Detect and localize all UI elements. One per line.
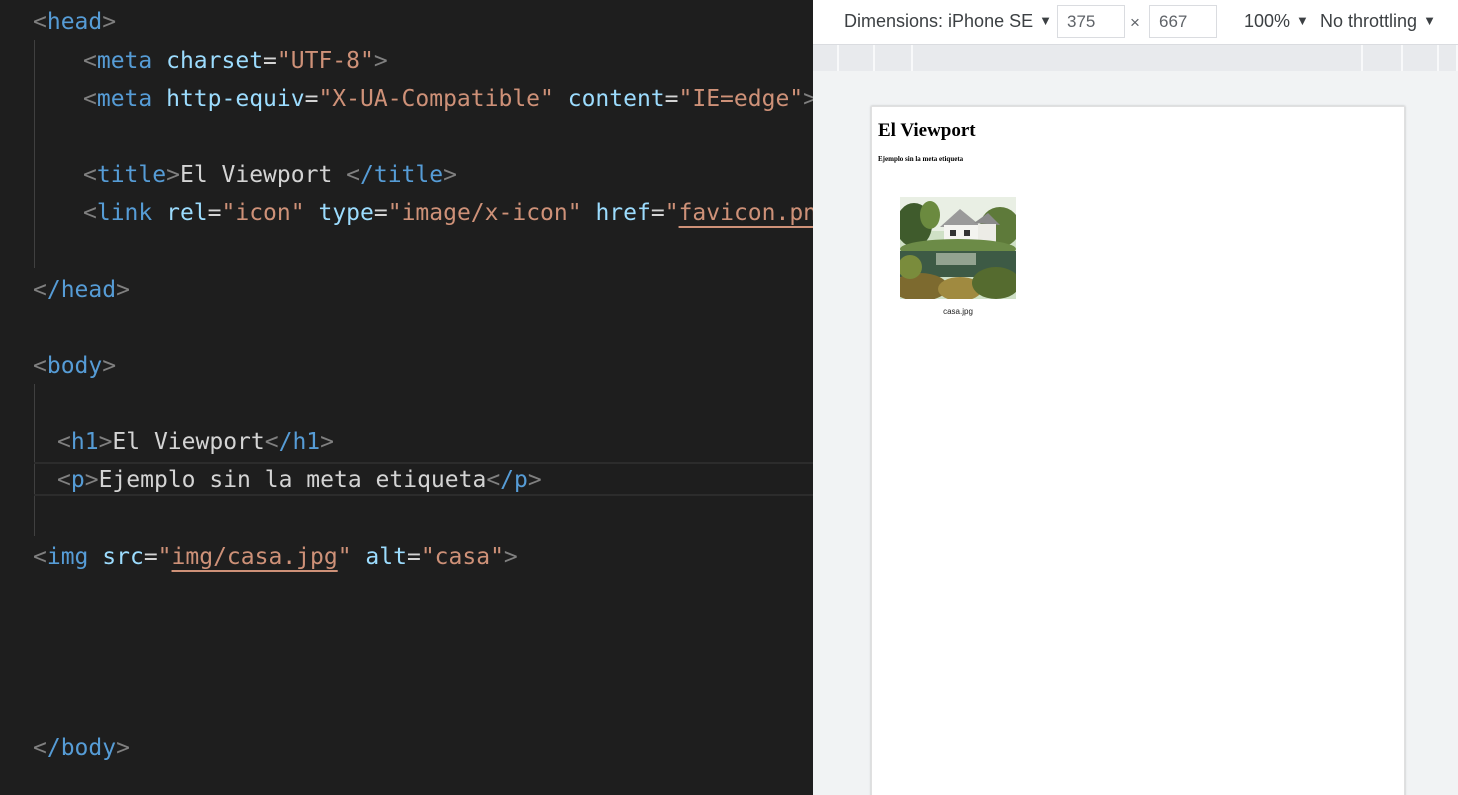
- attr-value: "UTF-8": [276, 48, 374, 74]
- code-line-body-close[interactable]: </body>: [33, 733, 130, 763]
- tag-name: meta: [96, 86, 153, 112]
- code-line-meta-charset[interactable]: <meta charset="UTF-8">: [83, 46, 388, 76]
- tag-name: /body: [46, 735, 117, 761]
- tag-name: head: [46, 9, 103, 35]
- code-line-title[interactable]: <title>El Viewport </title>: [83, 160, 457, 190]
- media-query-bar: [813, 45, 1458, 71]
- attr-name: content: [567, 86, 665, 112]
- image-caption: casa.jpg: [943, 307, 973, 316]
- preview-paragraph: Ejemplo sin la meta etiqueta: [878, 155, 964, 163]
- tag-name: img: [46, 544, 89, 570]
- code-line-h1[interactable]: <h1>El Viewport</h1>: [57, 427, 334, 457]
- tag-name: /head: [46, 277, 117, 303]
- code-editor[interactable]: <head> <meta charset="UTF-8"> <meta http…: [0, 0, 813, 795]
- chevron-down-icon: ▼: [1423, 13, 1436, 28]
- h1-text: El Viewport: [112, 429, 265, 455]
- indent-guide: [34, 40, 35, 268]
- tag-name: meta: [96, 48, 153, 74]
- attr-value: "IE=edge": [678, 86, 804, 112]
- attr-value: "image/x-icon": [387, 200, 582, 226]
- title-text: El Viewport: [179, 162, 347, 188]
- attr-name: type: [318, 200, 374, 226]
- preview-heading: El Viewport: [878, 120, 976, 141]
- dimension-separator: ×: [1130, 13, 1140, 32]
- media-query-segment[interactable]: [913, 45, 1363, 71]
- throttling-select[interactable]: No throttling ▼: [1320, 11, 1436, 32]
- image-src-link[interactable]: img/casa.jpg: [172, 544, 338, 570]
- tag-name: /h1: [278, 429, 321, 455]
- code-line-p[interactable]: <p>Ejemplo sin la meta etiqueta</p>: [57, 465, 542, 495]
- attr-name: src: [102, 544, 144, 570]
- attr-value-quote: ": [157, 544, 172, 570]
- device-toolbar: Dimensions: iPhone SE ▼ 375 × 667 100% ▼ N…: [813, 0, 1458, 45]
- tag-name: title: [96, 162, 167, 188]
- chevron-down-icon: ▼: [1296, 13, 1309, 28]
- p-text: Ejemplo sin la meta etiqueta: [98, 467, 487, 493]
- tag-name: h1: [70, 429, 99, 455]
- indent-guide: [34, 384, 35, 536]
- attr-value: "X-UA-Compatible": [318, 86, 554, 112]
- width-input[interactable]: 375: [1057, 5, 1125, 38]
- attr-name: http-equiv: [166, 86, 305, 112]
- device-viewport[interactable]: El Viewport Ejemplo sin la meta etiqueta…: [871, 106, 1405, 795]
- media-query-segment[interactable]: [839, 45, 875, 71]
- device-select[interactable]: Dimensions: iPhone SE ▼: [844, 11, 1052, 32]
- attr-name: charset: [166, 48, 264, 74]
- code-line-meta-compat[interactable]: <meta http-equiv="X-UA-Compatible" conte…: [83, 84, 813, 114]
- code-line-link[interactable]: <link rel="icon" type="image/x-icon" hre…: [83, 198, 813, 228]
- device-label: Dimensions: iPhone SE: [844, 11, 1034, 31]
- chevron-down-icon: ▼: [1039, 13, 1052, 28]
- attr-name: href: [595, 200, 651, 226]
- attr-name: alt: [365, 544, 407, 570]
- favicon-link[interactable]: favicon.png: [679, 200, 813, 226]
- tag-name: /p: [500, 467, 528, 493]
- attr-name: rel: [166, 200, 208, 226]
- code-line-head-open[interactable]: <head>: [33, 7, 116, 37]
- media-query-segment[interactable]: [1363, 45, 1403, 71]
- house-photo-image: [900, 197, 1016, 299]
- attr-value-quote: ": [664, 200, 679, 226]
- code-line-body-open[interactable]: <body>: [33, 351, 116, 381]
- throttling-label: No throttling: [1320, 11, 1418, 31]
- attr-value-quote: ": [337, 544, 352, 570]
- height-input[interactable]: 667: [1149, 5, 1217, 38]
- code-line-head-close[interactable]: </head>: [33, 275, 130, 305]
- media-query-segment[interactable]: [813, 45, 839, 71]
- tag-name: /title: [360, 162, 444, 188]
- zoom-label: 100%: [1244, 11, 1291, 31]
- tag-name: link: [96, 200, 153, 226]
- attr-value: "casa": [420, 544, 504, 570]
- media-query-segment[interactable]: [875, 45, 913, 71]
- media-query-segment[interactable]: [1439, 45, 1458, 71]
- attr-value: "icon": [221, 200, 305, 226]
- tag-name: p: [70, 467, 85, 493]
- devtools-device-pane: Dimensions: iPhone SE ▼ 375 × 667 100% ▼ N…: [813, 0, 1458, 795]
- zoom-select[interactable]: 100% ▼: [1244, 11, 1309, 32]
- code-line-img[interactable]: <img src="img/casa.jpg" alt="casa">: [33, 542, 518, 572]
- tag-name: body: [46, 353, 103, 379]
- media-query-segment[interactable]: [1403, 45, 1439, 71]
